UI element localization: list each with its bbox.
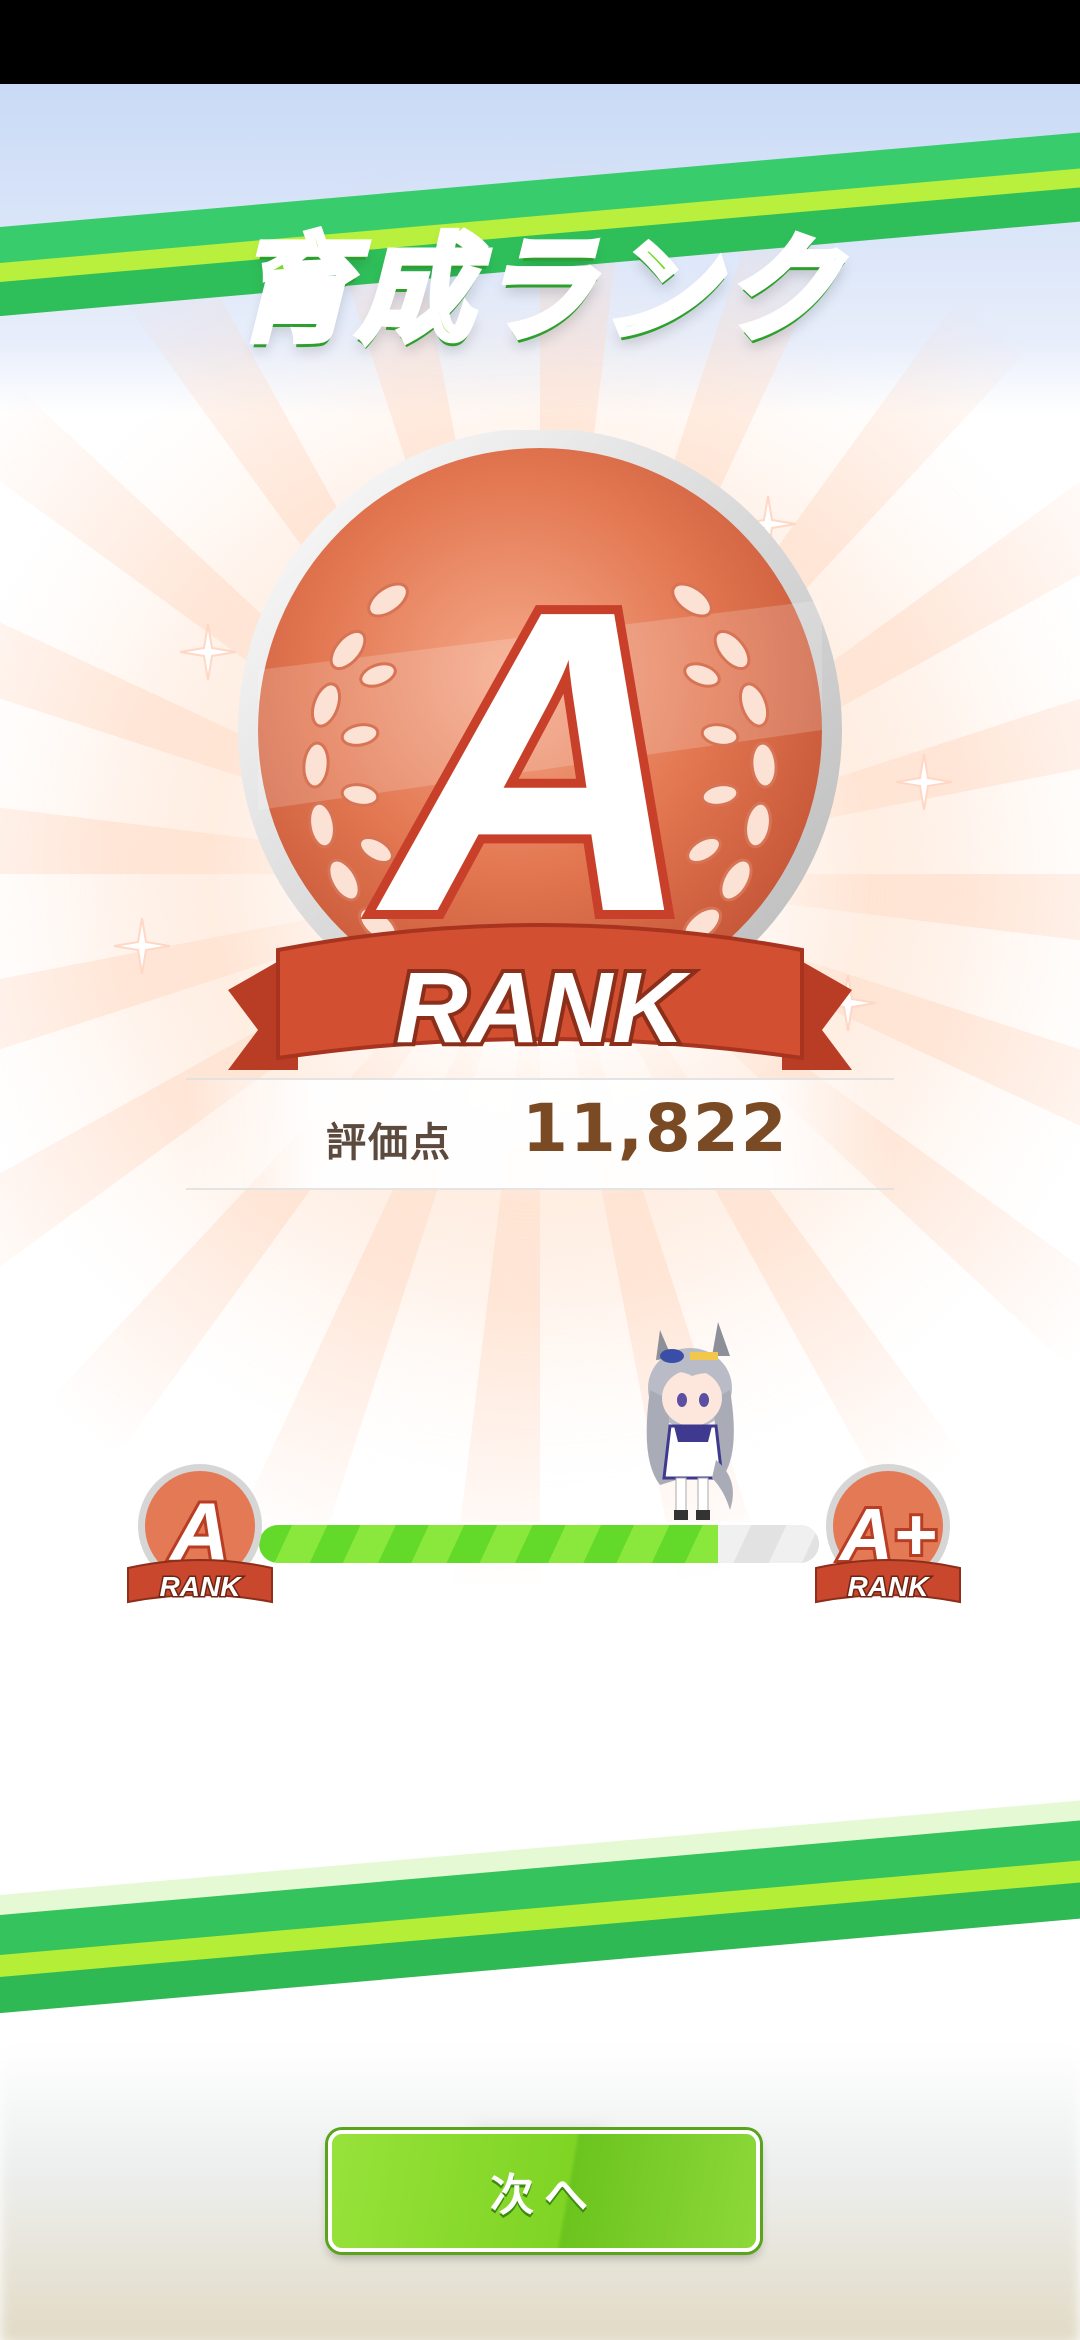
result-stage [0, 84, 1080, 2340]
next-button-label: 次へ [490, 2170, 598, 2221]
next-rank-badge: A+ RANK [808, 1460, 968, 1610]
next-button[interactable]: 次へ [328, 2130, 760, 2252]
page-title: 育成ランク [232, 220, 845, 361]
progress-remaining [718, 1525, 819, 1563]
progress-fill [259, 1525, 719, 1563]
score-panel: 評価点 11,822 [186, 1078, 894, 1190]
progress-bar [256, 1522, 822, 1566]
score-label: 評価点 [326, 1120, 452, 1166]
current-rank-label: RANK [160, 1571, 243, 1602]
rank-progress: A RANK A+ RANK [120, 1460, 961, 1610]
sparkle-icon [896, 754, 952, 810]
sparkle-icon [114, 918, 170, 974]
score-value: 11,822 [522, 1090, 789, 1167]
rank-medal: A RANK [228, 430, 852, 1110]
rank-ribbon-label: RANK [396, 952, 692, 1064]
next-rank-label: RANK [848, 1571, 931, 1602]
current-rank-badge: A RANK [120, 1460, 280, 1610]
status-bar [0, 0, 1080, 84]
